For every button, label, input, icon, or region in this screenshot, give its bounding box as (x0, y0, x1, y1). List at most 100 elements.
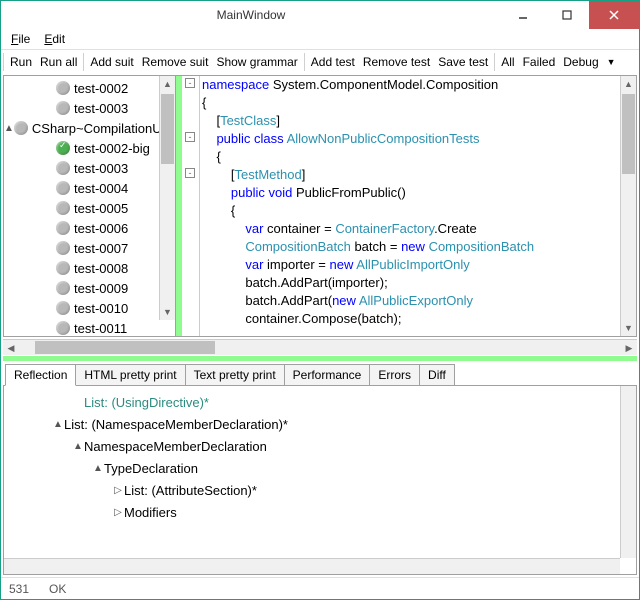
save-test-button[interactable]: Save test (434, 55, 492, 69)
run-all-button[interactable]: Run all (36, 55, 81, 69)
ast-node[interactable]: ▲TypeDeclaration (12, 458, 636, 480)
separator (494, 53, 495, 71)
minimize-button[interactable] (501, 1, 545, 29)
tree-item[interactable]: test-0005 (4, 198, 175, 218)
tree-item-label: test-0004 (74, 181, 128, 196)
expand-icon[interactable]: ▲ (52, 414, 64, 436)
remove-test-button[interactable]: Remove test (359, 55, 434, 69)
tree-item[interactable]: test-0002 (4, 78, 175, 98)
tree-item[interactable]: test-0003 (4, 158, 175, 178)
scroll-right-icon[interactable]: ▶ (621, 340, 637, 355)
menubar: File Edit (1, 29, 639, 49)
show-grammar-button[interactable]: Show grammar (212, 55, 301, 69)
tree-item[interactable]: test-0011 (4, 318, 175, 336)
tree-item[interactable]: test-0007 (4, 238, 175, 258)
window-title: MainWindow (1, 8, 501, 22)
fold-gutter: - - - (182, 76, 200, 336)
status-dot-icon (56, 81, 70, 95)
expand-icon[interactable]: ▲ (4, 123, 14, 134)
editor-vscrollbar[interactable]: ▲ ▼ (620, 76, 636, 336)
expand-icon[interactable]: ▲ (92, 458, 104, 480)
tab-errors[interactable]: Errors (369, 364, 420, 385)
expand-icon[interactable]: ▷ (112, 502, 124, 524)
upper-pane: test-0002test-0003▲CSharp~CompilationUni… (3, 75, 637, 337)
ast-node[interactable]: ▷Modifiers (12, 502, 636, 524)
filter-all-button[interactable]: All (497, 55, 518, 69)
scroll-thumb[interactable] (622, 94, 635, 174)
separator (3, 53, 4, 71)
splitter[interactable] (3, 356, 637, 361)
tab-reflection[interactable]: Reflection (5, 364, 76, 386)
status-dot-icon (56, 241, 70, 255)
debug-button[interactable]: Debug (559, 55, 602, 69)
menu-file[interactable]: File (5, 31, 36, 47)
separator (83, 53, 84, 71)
status-text: OK (49, 582, 66, 596)
expand-icon[interactable]: ▲ (72, 436, 84, 458)
tree-scrollbar[interactable]: ▲ ▼ (159, 76, 175, 320)
remove-suit-button[interactable]: Remove suit (138, 55, 213, 69)
fold-toggle-icon[interactable]: - (185, 132, 195, 142)
filter-failed-button[interactable]: Failed (519, 55, 560, 69)
add-test-button[interactable]: Add test (307, 55, 359, 69)
status-dot-icon (56, 321, 70, 335)
tree-item-label: test-0011 (74, 321, 127, 336)
status-dot-icon (56, 261, 70, 275)
tree-item-label: test-0003 (74, 161, 128, 176)
tree-item[interactable]: test-0008 (4, 258, 175, 278)
tree-item-label: test-0002 (74, 81, 128, 96)
status-dot-icon (56, 161, 70, 175)
scroll-thumb[interactable] (35, 341, 215, 354)
tab-performance[interactable]: Performance (284, 364, 371, 385)
statusbar: 531 OK (1, 577, 639, 599)
scroll-down-icon[interactable]: ▼ (621, 320, 636, 336)
main-area: test-0002test-0003▲CSharp~CompilationUni… (1, 73, 639, 577)
fold-toggle-icon[interactable]: - (185, 78, 195, 88)
code-area[interactable]: namespace System.ComponentModel.Composit… (200, 76, 620, 336)
ast-label: TypeDeclaration (104, 458, 198, 480)
editor-hscrollbar[interactable]: ◀ ▶ (3, 339, 637, 355)
window-buttons (501, 1, 639, 29)
ast-node[interactable]: ▲NamespaceMemberDeclaration (12, 436, 636, 458)
dropdown-icon[interactable]: ▼ (603, 57, 620, 67)
ast-node[interactable]: List: (UsingDirective)* (12, 392, 636, 414)
scroll-track[interactable] (19, 340, 621, 355)
tree-item[interactable]: ▲CSharp~CompilationUnit (4, 118, 175, 138)
add-suit-button[interactable]: Add suit (86, 55, 137, 69)
tab-text-pretty[interactable]: Text pretty print (185, 364, 285, 385)
ast-label: NamespaceMemberDeclaration (84, 436, 267, 458)
lower-hscrollbar[interactable] (4, 558, 620, 574)
tree-item[interactable]: test-0010 (4, 298, 175, 318)
close-button[interactable] (589, 1, 639, 29)
maximize-button[interactable] (545, 1, 589, 29)
tab-diff[interactable]: Diff (419, 364, 455, 385)
menu-edit[interactable]: Edit (38, 31, 71, 47)
reflection-pane: List: (UsingDirective)*▲List: (Namespace… (3, 385, 637, 575)
ast-label: List: (NamespaceMemberDeclaration)* (64, 414, 288, 436)
expand-icon[interactable]: ▷ (112, 480, 124, 502)
tree-item[interactable]: test-0006 (4, 218, 175, 238)
tree-item[interactable]: test-0002-big (4, 138, 175, 158)
tree-item[interactable]: test-0003 (4, 98, 175, 118)
tree-item[interactable]: test-0004 (4, 178, 175, 198)
status-dot-icon (56, 301, 70, 315)
run-button[interactable]: Run (6, 55, 36, 69)
titlebar[interactable]: MainWindow (1, 1, 639, 29)
ast-node[interactable]: ▲List: (NamespaceMemberDeclaration)* (12, 414, 636, 436)
separator (304, 53, 305, 71)
scroll-left-icon[interactable]: ◀ (3, 340, 19, 355)
scroll-down-icon[interactable]: ▼ (160, 304, 175, 320)
code-editor[interactable]: - - - namespace System.ComponentModel.Comp… (176, 76, 636, 336)
lower-vscrollbar[interactable] (620, 386, 636, 558)
scroll-up-icon[interactable]: ▲ (160, 76, 175, 92)
scroll-up-icon[interactable]: ▲ (621, 76, 636, 92)
scroll-thumb[interactable] (161, 94, 174, 164)
ast-node[interactable]: ▷List: (AttributeSection)* (12, 480, 636, 502)
ast-label: List: (AttributeSection)* (124, 480, 257, 502)
tree-item-label: test-0010 (74, 301, 128, 316)
fold-toggle-icon[interactable]: - (185, 168, 195, 178)
status-dot-icon (56, 101, 70, 115)
tree-item[interactable]: test-0009 (4, 278, 175, 298)
tab-html-pretty[interactable]: HTML pretty print (75, 364, 185, 385)
tree-item-label: test-0009 (74, 281, 128, 296)
